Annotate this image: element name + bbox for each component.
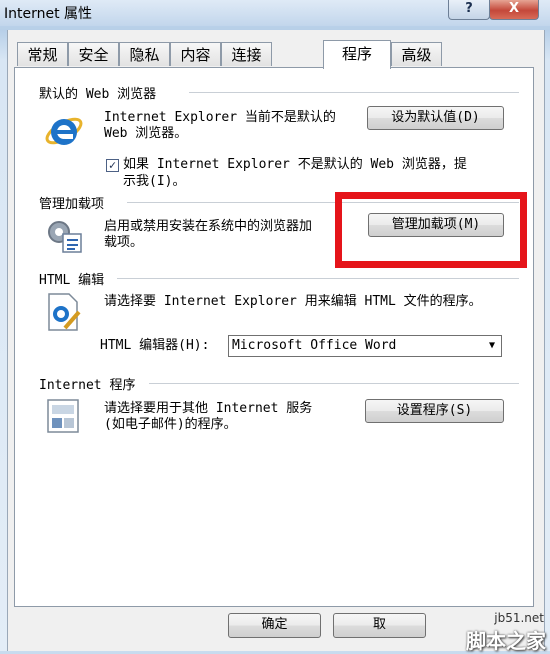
close-button[interactable]: X xyxy=(489,0,539,20)
tab-general[interactable]: 常规 xyxy=(17,42,68,66)
internet-explorer-icon xyxy=(45,117,83,145)
default-browser-status-line2: Web 浏览器。 xyxy=(104,126,188,141)
tab-content[interactable]: 内容 xyxy=(170,42,221,66)
prompt-default-checkbox[interactable]: ✓ xyxy=(106,159,119,172)
addons-header: 管理加载项 xyxy=(39,197,105,212)
window-title: Internet 属性 xyxy=(4,6,93,22)
tab-advanced[interactable]: 高级 xyxy=(391,42,442,66)
tab-connections[interactable]: 连接 xyxy=(221,42,272,66)
ok-button[interactable]: 确定 xyxy=(228,613,321,638)
html-editing-header: HTML 编辑 xyxy=(39,273,105,288)
tab-programs[interactable]: 程序 xyxy=(323,40,391,69)
internet-programs-description-line2: (如电子邮件)的程序。 xyxy=(104,417,237,432)
addons-description-line2: 载项。 xyxy=(104,235,144,250)
chevron-down-icon[interactable]: ▼ xyxy=(489,336,495,356)
help-button[interactable]: ? xyxy=(448,0,490,20)
default-browser-header: 默认的 Web 浏览器 xyxy=(39,87,157,102)
programs-icon xyxy=(47,399,79,433)
tab-privacy[interactable]: 隐私 xyxy=(119,42,170,66)
prompt-default-label: 如果 Internet Explorer 不是默认的 Web 浏览器，提 xyxy=(123,157,467,172)
annotation-highlight xyxy=(335,192,527,268)
addons-description: 启用或禁用安装在系统中的浏览器加 xyxy=(104,219,313,234)
watermark-url: jb51.net xyxy=(494,611,544,625)
html-editor-select[interactable]: Microsoft Office Word ▼ xyxy=(228,335,502,357)
html-editor-icon xyxy=(48,293,81,331)
default-browser-status: Internet Explorer 当前不是默认的 xyxy=(104,110,336,125)
tab-security[interactable]: 安全 xyxy=(68,42,119,66)
watermark: jb51.net 脚本之家 xyxy=(438,611,548,653)
group-divider xyxy=(149,383,519,384)
set-default-button[interactable]: 设为默认值(D) xyxy=(367,106,504,130)
internet-programs-header: Internet 程序 xyxy=(39,378,136,393)
group-divider xyxy=(189,92,519,93)
internet-programs-description: 请选择要用于其他 Internet 服务 xyxy=(104,401,313,416)
addons-gear-icon xyxy=(48,221,82,253)
html-editor-label: HTML 编辑器(H): xyxy=(100,338,210,353)
programs-tab-panel: 默认的 Web 浏览器 Internet Explorer 当前不是默认的 We… xyxy=(14,67,534,607)
html-editing-description: 请选择要 Internet Explorer 用来编辑 HTML 文件的程序。 xyxy=(104,294,482,309)
group-divider xyxy=(117,278,519,279)
set-programs-button[interactable]: 设置程序(S) xyxy=(365,399,504,423)
html-editor-value: Microsoft Office Word xyxy=(232,338,397,353)
prompt-default-label-line2: 示我(I)。 xyxy=(123,174,186,189)
watermark-name: 脚本之家 xyxy=(466,629,546,653)
cancel-button[interactable]: 取 xyxy=(333,613,426,638)
